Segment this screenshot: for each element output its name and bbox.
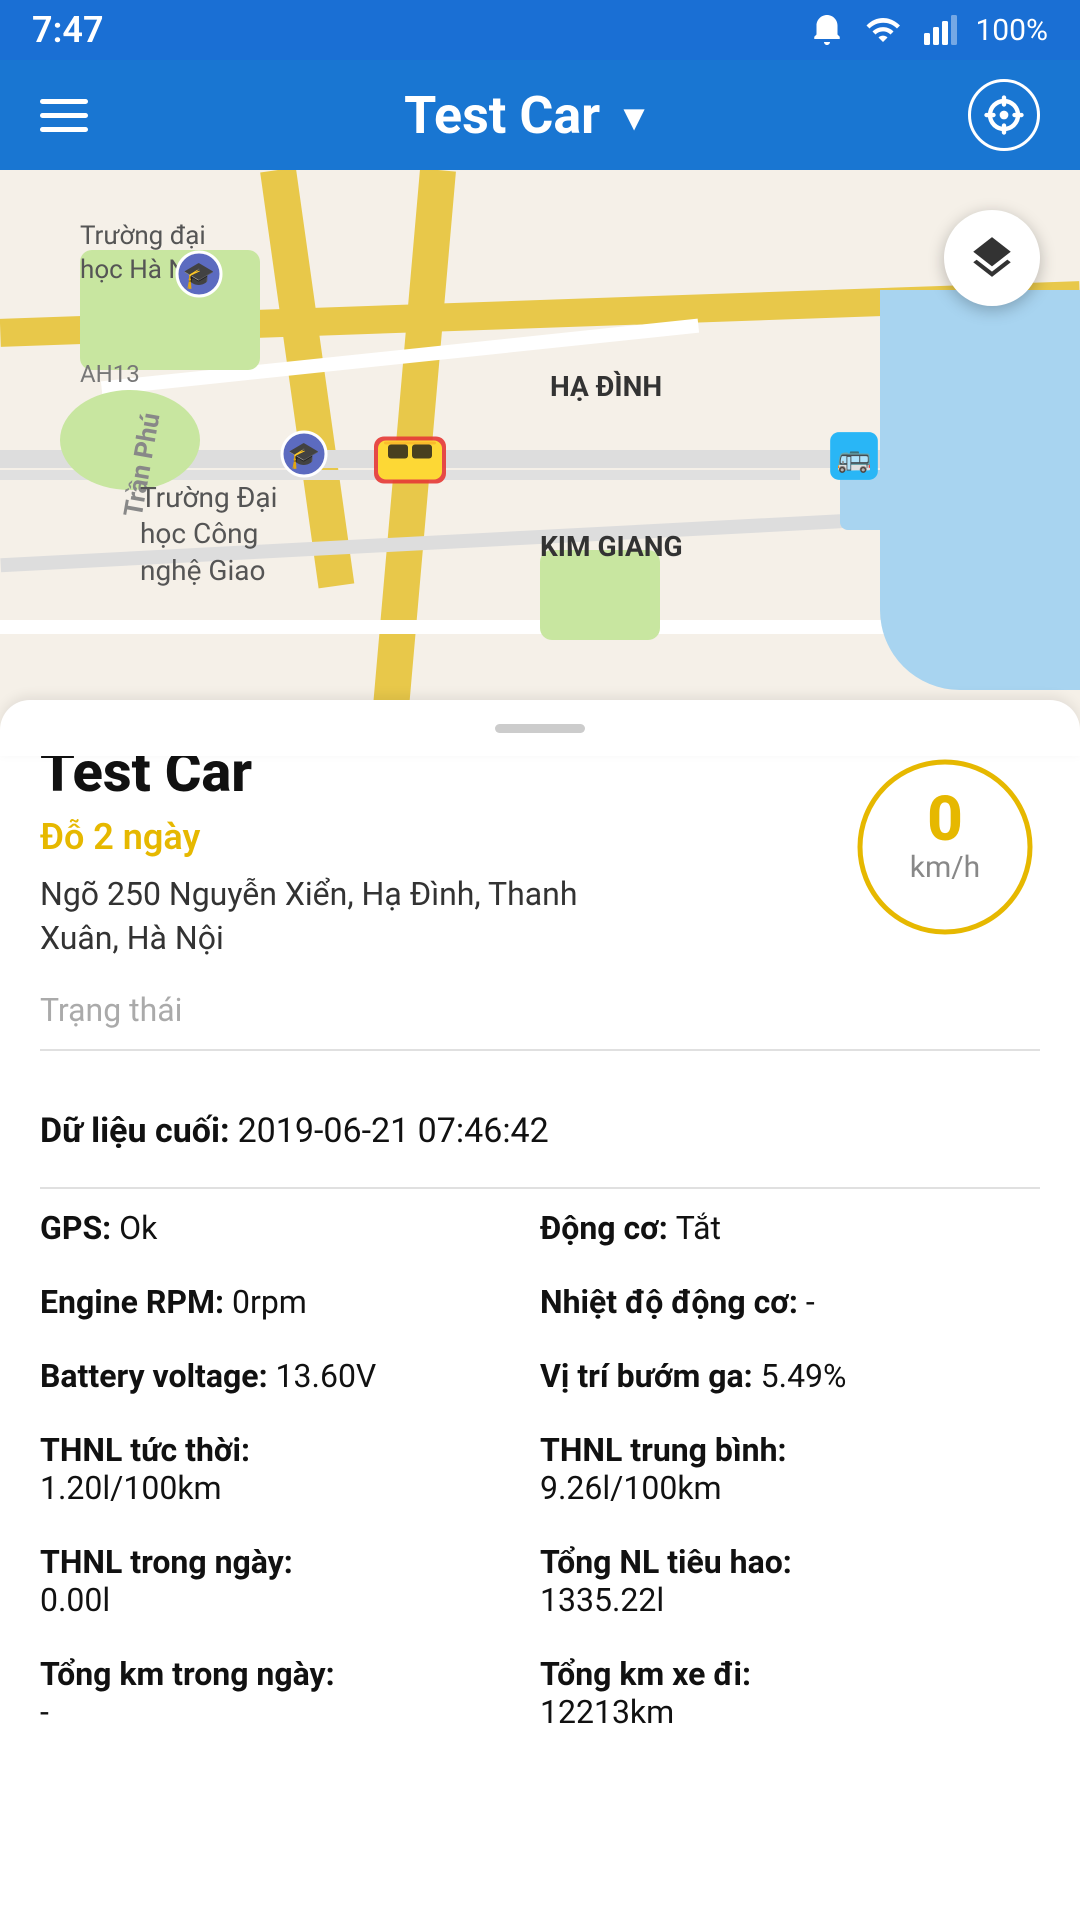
bus-pin: 🚌 bbox=[828, 430, 880, 482]
last-data-value: 2019-06-21 07:46:42 bbox=[238, 1111, 549, 1151]
last-data-row: Dữ liệu cuối: 2019-06-21 07:46:42 bbox=[40, 1111, 1040, 1151]
pull-handle-bar bbox=[495, 724, 585, 733]
map-label-ha-dinh: HẠ ĐÌNH bbox=[550, 370, 662, 403]
thnl-tuc-thoi-value: 1.20l/100km bbox=[40, 1469, 520, 1507]
locate-icon bbox=[983, 94, 1025, 136]
nav-title: Test Car bbox=[404, 85, 600, 146]
map-label-kim-giang: KIM GIANG bbox=[540, 530, 683, 563]
info-header: Test Car Đỗ 2 ngày Ngõ 250 Nguyễn Xiển, … bbox=[40, 732, 1040, 961]
status-icons: 100% bbox=[809, 12, 1048, 48]
nhiet-do-cell: Nhiệt độ động cơ: - bbox=[540, 1283, 1040, 1321]
data-grid: GPS: Ok Động cơ: Tắt Engine RPM: 0rpm Nh… bbox=[40, 1209, 1040, 1731]
signal-icon bbox=[921, 12, 957, 48]
tong-km-ngay-label: Tổng km trong ngày: bbox=[40, 1655, 520, 1693]
thnl-trung-binh-cell: THNL trung bình: 9.26l/100km bbox=[540, 1431, 1040, 1507]
hamburger-button[interactable] bbox=[40, 99, 88, 132]
school-pin-2: 🎓 bbox=[175, 250, 223, 298]
last-data-label: Dữ liệu cuối: bbox=[40, 1111, 230, 1151]
data-section: Dữ liệu cuối: 2019-06-21 07:46:42 GPS: O… bbox=[0, 1111, 1080, 1771]
tong-nl-value: 1335.22l bbox=[540, 1581, 1020, 1619]
dong-co-label: Động cơ: bbox=[540, 1209, 668, 1247]
gps-cell: GPS: Ok bbox=[40, 1209, 540, 1247]
dong-co-value: Tắt bbox=[676, 1209, 721, 1247]
dropdown-arrow-icon: ▼ bbox=[616, 97, 652, 139]
thnl-trung-binh-value: 9.26l/100km bbox=[540, 1469, 1020, 1507]
top-nav: Test Car ▼ bbox=[0, 60, 1080, 170]
locate-button[interactable] bbox=[968, 79, 1040, 151]
svg-text:0: 0 bbox=[927, 783, 963, 856]
thnl-trung-binh-label: THNL trung bình: bbox=[540, 1431, 1020, 1469]
engine-rpm-cell: Engine RPM: 0rpm bbox=[40, 1283, 540, 1321]
buom-ga-value: 5.49% bbox=[761, 1357, 847, 1395]
nav-title-area[interactable]: Test Car ▼ bbox=[404, 85, 652, 146]
map-label-ah13: AH13 bbox=[80, 360, 140, 388]
battery-text: 100% bbox=[975, 13, 1048, 48]
svg-text:km/h: km/h bbox=[910, 850, 980, 885]
svg-text:🚌: 🚌 bbox=[836, 441, 871, 474]
school-pin-1: 🎓 bbox=[280, 430, 328, 478]
gps-label: GPS: bbox=[40, 1209, 111, 1247]
pull-handle[interactable] bbox=[0, 700, 1080, 756]
tong-nl-cell: Tổng NL tiêu hao: 1335.22l bbox=[540, 1543, 1040, 1619]
thnl-trong-ngay-label: THNL trong ngày: bbox=[40, 1543, 520, 1581]
thnl-tuc-thoi-cell: THNL tức thời: 1.20l/100km bbox=[40, 1431, 540, 1507]
trang-thai-label: Trạng thái bbox=[40, 991, 1040, 1029]
divider-1 bbox=[40, 1049, 1040, 1051]
wifi-icon bbox=[863, 12, 903, 48]
svg-text:🎓: 🎓 bbox=[183, 261, 215, 291]
tong-km-xe-label: Tổng km xe đi: bbox=[540, 1655, 1020, 1693]
tong-km-xe-value: 12213km bbox=[540, 1693, 1020, 1731]
tong-km-xe-cell: Tổng km xe đi: 12213km bbox=[540, 1655, 1040, 1731]
nhiet-do-value: - bbox=[806, 1283, 815, 1321]
map-layer-button[interactable] bbox=[944, 210, 1040, 306]
thnl-trong-ngay-value: 0.00l bbox=[40, 1581, 520, 1619]
divider-2 bbox=[40, 1187, 1040, 1189]
tong-nl-label: Tổng NL tiêu hao: bbox=[540, 1543, 1020, 1581]
thnl-tuc-thoi-label: THNL tức thời: bbox=[40, 1431, 520, 1469]
info-panel: Test Car Đỗ 2 ngày Ngõ 250 Nguyễn Xiển, … bbox=[0, 732, 1080, 1111]
dong-co-cell: Động cơ: Tắt bbox=[540, 1209, 1040, 1247]
map-area[interactable]: Trường đạihọc Hà Nội Trần Phú AH13 Trườn… bbox=[0, 170, 1080, 730]
speedometer: 0 km/h bbox=[850, 752, 1040, 942]
tong-km-ngay-cell: Tổng km trong ngày: - bbox=[40, 1655, 540, 1731]
tong-km-ngay-value: - bbox=[40, 1693, 520, 1731]
gps-value: Ok bbox=[119, 1209, 157, 1247]
svg-text:🎓: 🎓 bbox=[288, 441, 320, 471]
nhiet-do-label: Nhiệt độ động cơ: bbox=[540, 1283, 798, 1321]
buom-ga-cell: Vị trí bướm ga: 5.49% bbox=[540, 1357, 1040, 1395]
battery-voltage-value: 13.60V bbox=[276, 1357, 377, 1395]
battery-voltage-cell: Battery voltage: 13.60V bbox=[40, 1357, 540, 1395]
thnl-trong-ngay-cell: THNL trong ngày: 0.00l bbox=[40, 1543, 540, 1619]
status-time: 7:47 bbox=[32, 9, 104, 51]
buom-ga-label: Vị trí bướm ga: bbox=[540, 1357, 753, 1395]
info-left: Test Car Đỗ 2 ngày Ngõ 250 Nguyễn Xiển, … bbox=[40, 742, 830, 961]
alarm-icon bbox=[809, 12, 845, 48]
engine-rpm-value: 0rpm bbox=[232, 1283, 307, 1321]
car-status: Đỗ 2 ngày bbox=[40, 816, 830, 858]
engine-rpm-label: Engine RPM: bbox=[40, 1283, 224, 1321]
car-on-map bbox=[370, 430, 450, 490]
battery-voltage-label: Battery voltage: bbox=[40, 1357, 268, 1395]
layers-icon bbox=[967, 233, 1017, 283]
status-bar: 7:47 100% bbox=[0, 0, 1080, 60]
map-label-truong: Trường Đạihọc Côngnghệ Giao bbox=[140, 480, 277, 589]
car-address: Ngõ 250 Nguyễn Xiển, Hạ Đình, Thanh Xuân… bbox=[40, 872, 620, 962]
